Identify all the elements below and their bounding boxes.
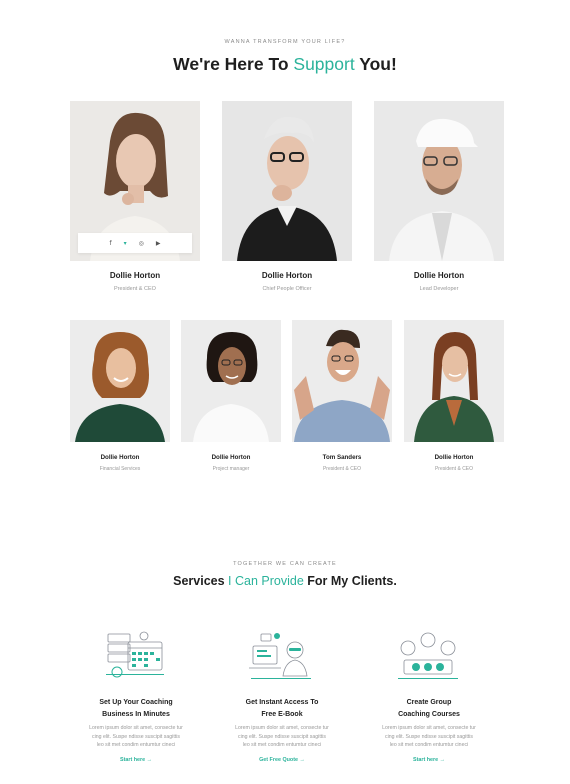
- service-title: Get Instant Access To Free E-Book: [245, 699, 319, 718]
- member-photo[interactable]: [404, 320, 504, 442]
- member-role: Lead Developer: [419, 286, 459, 292]
- member-photo[interactable]: [181, 320, 281, 442]
- services-heading-accent: I Can Provide: [228, 574, 304, 588]
- team-heading-accent: Support: [293, 54, 355, 74]
- member-role: President & CEO: [322, 466, 362, 472]
- portrait-image: [181, 320, 281, 442]
- service-description: Lorem ipsum dolor sit amet, consecte tur…: [235, 725, 329, 749]
- member-photo[interactable]: [292, 320, 392, 442]
- portrait-image: [292, 320, 392, 442]
- calendar-setup-icon: [106, 631, 164, 678]
- service-description: Lorem ipsum dolor sit amet, consecte tur…: [382, 725, 476, 749]
- portrait-image: [70, 320, 170, 442]
- service-description: Lorem ipsum dolor sit amet, consecte tur…: [89, 725, 183, 749]
- ebook-access-icon: [249, 633, 311, 679]
- member-photo[interactable]: [222, 101, 352, 261]
- member-photo[interactable]: f ▾ ◎ ▶: [70, 101, 200, 261]
- social-bar: f ▾ ◎ ▶: [78, 233, 192, 253]
- start-here-link[interactable]: Start here →: [81, 757, 191, 763]
- member-role: Chief People Officer: [262, 286, 312, 292]
- portrait-image: [404, 320, 504, 442]
- youtube-icon[interactable]: ▶: [156, 240, 161, 247]
- member-name: Dollie Horton: [434, 454, 474, 461]
- service-title: Create Group Coaching Courses: [398, 699, 460, 718]
- twitter-icon[interactable]: ▾: [124, 240, 127, 247]
- member-photo[interactable]: [374, 101, 504, 261]
- portrait-image: [374, 101, 504, 261]
- member-role: President & CEO: [114, 286, 156, 292]
- team-eyebrow: WANNA TRANSFORM YOUR LIFE?: [224, 39, 346, 45]
- member-role: President & CEO: [434, 466, 474, 472]
- team-heading: We're Here To Support You!: [173, 54, 397, 74]
- group-coaching-icon: [398, 632, 458, 679]
- member-role: Project manager: [212, 466, 250, 472]
- services-heading: Services I Can Provide For My Clients.: [173, 574, 397, 588]
- member-name: Dollie Horton: [413, 271, 465, 280]
- member-role: Financial Services: [99, 466, 141, 472]
- member-name: Dollie Horton: [261, 271, 313, 280]
- portrait-image: [222, 101, 352, 261]
- instagram-icon[interactable]: ◎: [139, 240, 144, 247]
- member-photo[interactable]: [70, 320, 170, 442]
- member-name: Dollie Horton: [211, 454, 251, 461]
- get-free-quote-link[interactable]: Get Free Quote →: [227, 757, 337, 763]
- member-name: Dollie Horton: [109, 271, 161, 280]
- facebook-icon[interactable]: f: [109, 240, 111, 247]
- services-eyebrow: TOGETHER WE CAN CREATE: [233, 561, 337, 567]
- service-title: Set Up Your Coaching Business In Minutes: [99, 699, 173, 718]
- member-name: Tom Sanders: [322, 454, 362, 461]
- start-here-link[interactable]: Start here →: [374, 757, 484, 763]
- member-name: Dollie Horton: [100, 454, 140, 461]
